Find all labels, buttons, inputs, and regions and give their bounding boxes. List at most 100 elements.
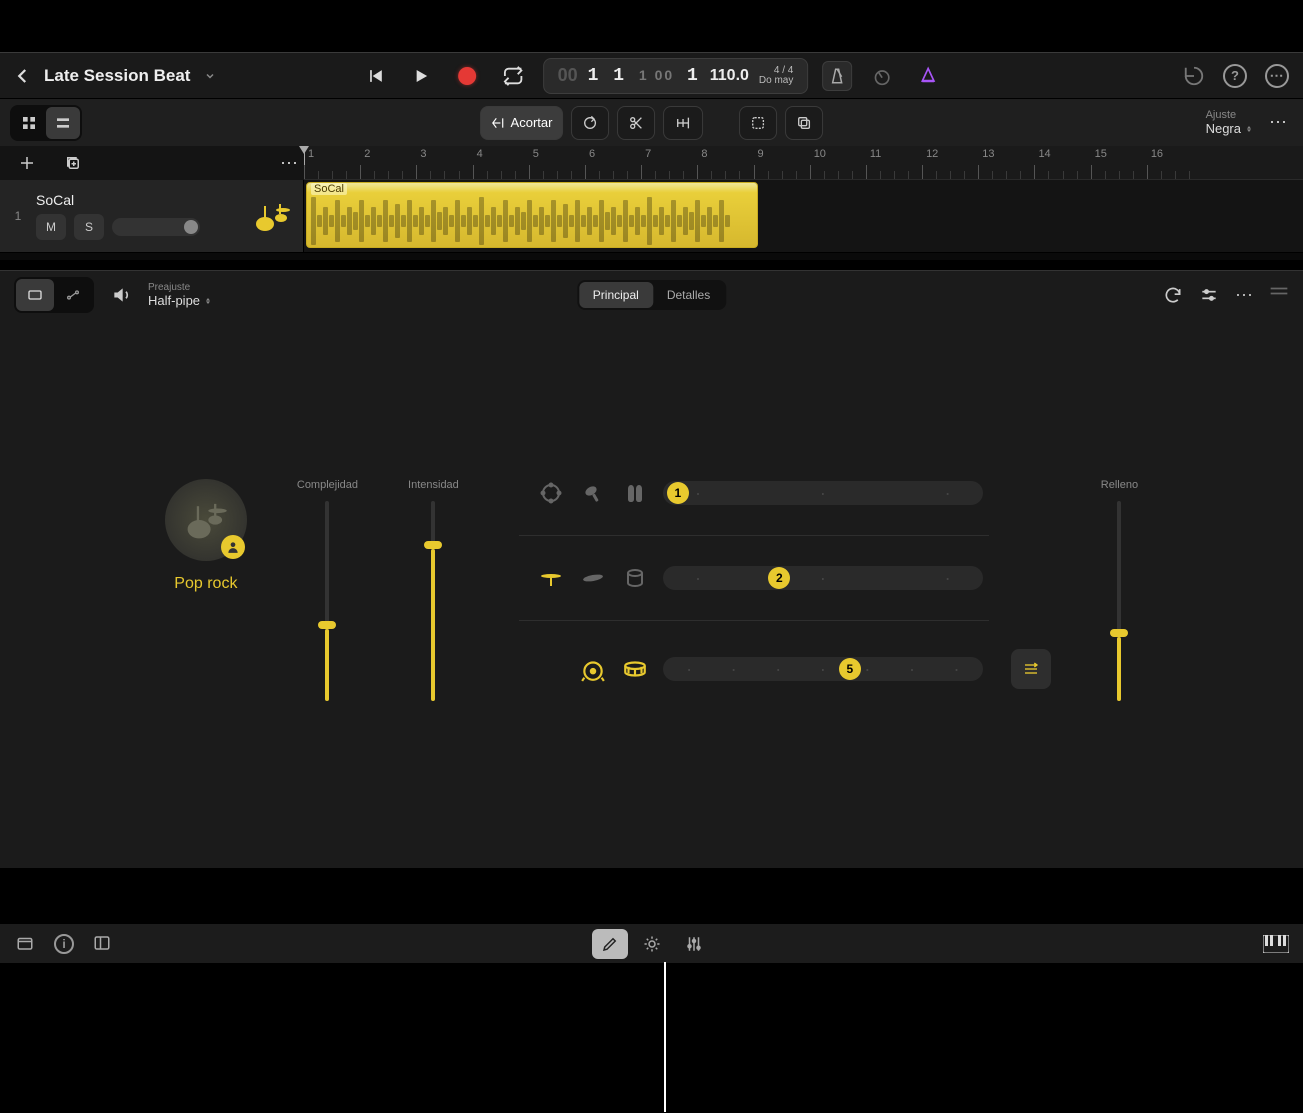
preset-selector[interactable]: Preajuste Half-pipe <box>148 282 212 308</box>
transport-controls: 00 1 1 1 00 1 110.0 4 / 4 Do may <box>359 58 945 94</box>
metronome-button[interactable] <box>822 61 852 91</box>
fill-slider[interactable]: Relleno <box>1101 479 1138 701</box>
automation-mode-button[interactable] <box>54 279 92 311</box>
tracks-area: ⋯ 12345678910111213141516 1 SoCal M S <box>0 146 1303 260</box>
timeline-ruler[interactable]: 12345678910111213141516 <box>304 146 1303 180</box>
lcd-display[interactable]: 00 1 1 1 00 1 110.0 4 / 4 Do may <box>543 58 809 94</box>
snap-setting[interactable]: Ajuste Negra <box>1206 109 1253 136</box>
percussion-marker[interactable]: 1 <box>667 482 689 504</box>
kick-snare-pattern-slider[interactable]: ···· 5 ··· <box>663 657 983 681</box>
ruler-bar-label: 5 <box>533 148 539 160</box>
fill-label: Relleno <box>1101 479 1138 491</box>
library-button[interactable] <box>14 934 36 954</box>
solo-button[interactable]: S <box>74 214 104 240</box>
kick-snare-marker[interactable]: 5 <box>839 658 861 680</box>
go-to-start-button[interactable] <box>359 60 391 92</box>
mute-button[interactable]: M <box>36 214 66 240</box>
copy-tool-button[interactable] <box>785 106 823 140</box>
play-button[interactable] <box>405 60 437 92</box>
smart-controls-button[interactable] <box>634 929 670 959</box>
percussion-pattern-slider[interactable]: 1 ··· <box>663 481 983 505</box>
hihat-pattern-slider[interactable]: · 2 ·· <box>663 566 983 590</box>
panels-button[interactable] <box>92 934 112 954</box>
settings-sliders-button[interactable] <box>1199 285 1219 306</box>
lcd-tempo: 110.0 <box>710 67 749 85</box>
complexity-slider[interactable]: Complejidad <box>297 479 358 701</box>
user-badge-icon <box>221 535 245 559</box>
ride-icon[interactable] <box>579 564 607 592</box>
project-title[interactable]: Late Session Beat <box>44 66 190 86</box>
mixer-button[interactable] <box>676 929 712 959</box>
snap-label: Ajuste <box>1206 109 1253 121</box>
back-button[interactable] <box>14 67 32 85</box>
help-button[interactable]: ? <box>1223 64 1247 88</box>
ruler-bar-label: 2 <box>364 148 370 160</box>
preset-label: Preajuste <box>148 282 212 293</box>
ruler-bar-label: 3 <box>420 148 426 160</box>
ruler-bar-label: 13 <box>982 148 994 160</box>
claps-icon[interactable] <box>621 479 649 507</box>
tab-details[interactable]: Detalles <box>653 282 724 308</box>
region-label: SoCal <box>311 183 347 195</box>
join-tool-button[interactable] <box>663 106 703 140</box>
select-tool-button[interactable] <box>739 106 777 140</box>
project-menu-chevron-icon[interactable] <box>202 70 216 82</box>
intensity-slider[interactable]: Intensidad <box>408 479 459 701</box>
bottom-toolbar: i <box>0 923 1303 963</box>
snare-icon[interactable] <box>621 655 649 683</box>
toms-icon[interactable] <box>621 564 649 592</box>
grid-view-button[interactable] <box>12 107 46 139</box>
trim-tool-button[interactable]: Acortar <box>480 106 564 140</box>
swing-button[interactable] <box>1011 649 1051 689</box>
view-mode-segment <box>10 105 82 141</box>
drummer-avatar-icon[interactable] <box>165 479 247 561</box>
tab-main[interactable]: Principal <box>579 282 653 308</box>
ruler-bar-label: 9 <box>758 148 764 160</box>
shaker-icon[interactable] <box>579 479 607 507</box>
drummer-editor: Preajuste Half-pipe Principal Detalles ⋯ <box>0 270 1303 868</box>
count-in-button[interactable] <box>912 60 944 92</box>
editor-more-button[interactable]: ⋯ <box>1235 285 1253 306</box>
record-button[interactable] <box>451 60 483 92</box>
loop-tool-button[interactable] <box>571 106 609 140</box>
snap-value: Negra <box>1206 121 1241 136</box>
more-menu-button[interactable]: ⋯ <box>1265 64 1289 88</box>
drummer-style[interactable]: Pop rock <box>165 479 247 593</box>
lcd-dim-prefix: 00 <box>558 65 578 86</box>
volume-icon[interactable] <box>106 280 136 310</box>
region-mode-button[interactable] <box>16 279 54 311</box>
ruler-bar-label: 8 <box>701 148 707 160</box>
refresh-button[interactable] <box>1163 285 1183 306</box>
tambourine-icon[interactable] <box>537 479 565 507</box>
top-transport-bar: Late Session Beat 00 1 1 1 00 1 110.0 4 … <box>0 52 1303 98</box>
ruler-bar-label: 6 <box>589 148 595 160</box>
hihat-marker[interactable]: 2 <box>768 567 790 589</box>
cycle-button[interactable] <box>497 60 529 92</box>
preset-value: Half-pipe <box>148 293 200 308</box>
undo-button[interactable] <box>1183 65 1205 87</box>
split-tool-button[interactable] <box>617 106 655 140</box>
hihat-icon[interactable] <box>537 564 565 592</box>
trim-tool-label: Acortar <box>511 115 553 130</box>
more-options-button[interactable]: ⋯ <box>1263 108 1293 138</box>
info-button[interactable]: i <box>54 934 74 954</box>
tuner-button[interactable] <box>866 60 898 92</box>
keyboard-button[interactable] <box>1263 935 1289 953</box>
waveform-icon <box>307 197 757 245</box>
duplicate-track-button[interactable] <box>58 148 88 178</box>
edit-mode-button[interactable] <box>592 929 628 959</box>
ruler-bar-label: 10 <box>814 148 826 160</box>
tracks-view-button[interactable] <box>46 107 80 139</box>
track-lane[interactable]: SoCal <box>304 180 1303 252</box>
kit-piece-grid: 1 ··· · 2 ·· <box>509 479 1051 689</box>
drummer-region[interactable]: SoCal <box>306 182 758 248</box>
ruler-bar-label: 16 <box>1151 148 1163 160</box>
drag-handle-icon[interactable] <box>1269 285 1289 306</box>
ruler-bar-label: 12 <box>926 148 938 160</box>
track-header[interactable]: 1 SoCal M S <box>0 180 304 252</box>
add-track-button[interactable] <box>12 148 42 178</box>
volume-slider[interactable] <box>112 218 200 236</box>
kick-icon[interactable] <box>579 655 607 683</box>
ruler-bar-label: 15 <box>1095 148 1107 160</box>
tracks-toolbar: Acortar Ajuste Negra ⋯ <box>0 98 1303 146</box>
